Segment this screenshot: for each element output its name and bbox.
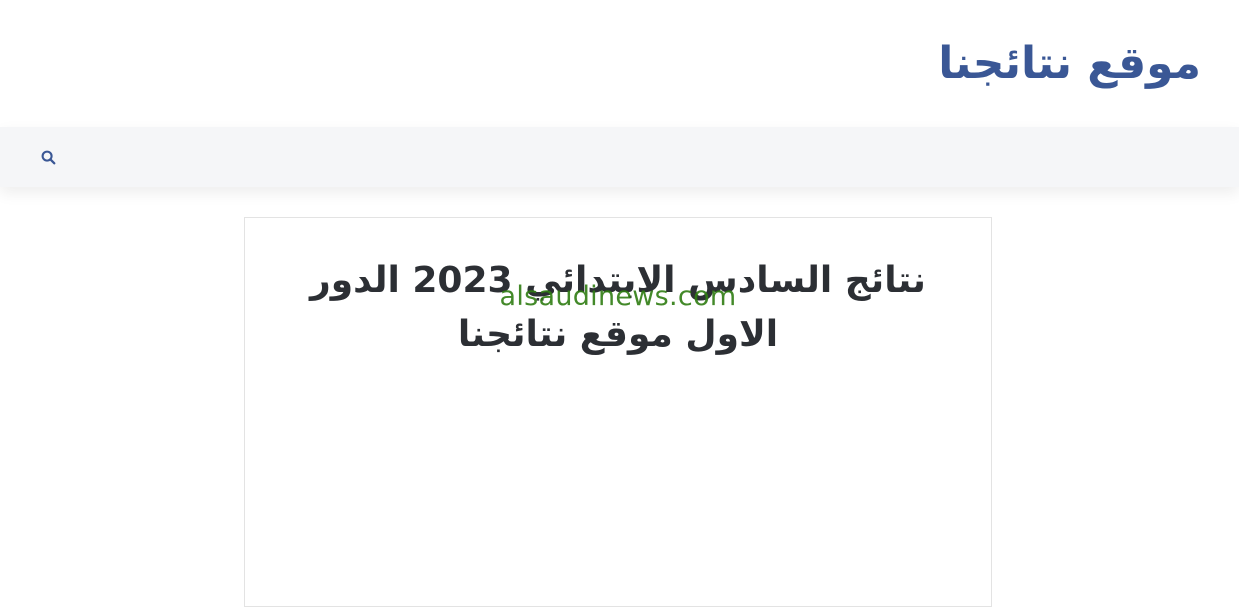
main-navbar bbox=[0, 127, 1239, 187]
search-icon bbox=[41, 150, 55, 164]
search-button[interactable] bbox=[36, 145, 60, 169]
site-header: موقع نتائجنا bbox=[0, 0, 1239, 127]
site-title-link[interactable]: موقع نتائجنا bbox=[938, 34, 1201, 94]
article-card: نتائج السادس الابتدائي 2023 الدور الاول … bbox=[244, 217, 992, 607]
article-title: نتائج السادس الابتدائي 2023 الدور الاول … bbox=[310, 260, 926, 355]
